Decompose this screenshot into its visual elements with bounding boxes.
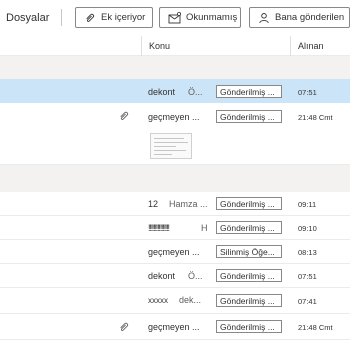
row-subject: geçmeyen ... (148, 247, 200, 257)
files-title: Dosyalar (6, 12, 50, 24)
filter-has-attachment-label: Ek içeriyor (101, 12, 146, 23)
row-folder: Gönderilmiş ... (216, 85, 282, 98)
row-time: 09:11 (298, 200, 317, 209)
column-received-header[interactable]: Alınan (298, 41, 324, 51)
row-preview: Hamza ... (169, 199, 208, 209)
column-header: Konu Alınan (0, 36, 350, 56)
filter-sent-to-me-label: Bana gönderilen (275, 12, 345, 23)
row-subject: geçmeyen ... (148, 112, 200, 122)
row-preview: dek... (179, 295, 202, 305)
row-folder: Gönderilmiş ... (216, 110, 282, 123)
row-subject: xxxxx (148, 296, 168, 305)
person-icon (259, 12, 269, 23)
paperclip-icon (86, 13, 95, 22)
message-row[interactable]: dekont Ö... Gönderilmiş ... 07:51 (0, 264, 350, 288)
row-subject: dekont (148, 87, 176, 97)
message-row[interactable]: xxxxx dek... Gönderilmiş ... 07:41 (0, 288, 350, 314)
row-time: 07:41 (298, 297, 317, 306)
paperclip-icon (120, 111, 129, 120)
row-folder: Gönderilmiş ... (216, 320, 282, 333)
filter-sent-to-me-button[interactable]: Bana gönderilen (249, 7, 350, 28)
message-row[interactable]: dekont Ö... Gönderilmiş ... 07:51 (0, 79, 350, 103)
row-subject: dekont (148, 271, 176, 281)
attachment-thumbnail[interactable] (150, 133, 192, 159)
row-folder: Silinmiş Öğe... (216, 245, 282, 258)
message-row[interactable]: geçmeyen ... Silinmiş Öğe... 08:13 (0, 240, 350, 264)
row-preview: Ö... (188, 271, 203, 281)
filter-unread-button[interactable]: Okunmamış (159, 7, 241, 28)
row-folder: Gönderilmiş ... (216, 197, 282, 210)
row-preview: Ö... (188, 87, 203, 97)
column-subject-header[interactable]: Konu (149, 41, 170, 51)
row-time: 07:51 (298, 88, 317, 97)
row-time: 21:48 Cmt (298, 113, 333, 122)
column-divider (141, 36, 142, 56)
envelope-icon (168, 11, 181, 23)
message-row[interactable]: 12 Hamza ... Gönderilmiş ... 09:11 (0, 192, 350, 216)
group-header (0, 165, 350, 192)
column-divider (290, 36, 291, 56)
row-folder: Gönderilmiş ... (216, 294, 282, 307)
row-subject: geçmeyen ... (148, 322, 200, 332)
group-header (0, 56, 350, 79)
row-folder: Gönderilmiş ... (216, 269, 282, 282)
row-subject: 12 (148, 199, 159, 209)
filter-has-attachment-button[interactable]: Ek içeriyor (75, 7, 153, 28)
row-preview: H (201, 223, 208, 233)
row-time: 21:48 Cmt (298, 323, 333, 332)
message-row[interactable]: !!!!!!!!!!!!!!!! H Gönderilmiş ... 09:10 (0, 216, 350, 240)
paperclip-icon (120, 322, 129, 331)
filter-unread-label: Okunmamış (186, 12, 238, 23)
row-time: 07:51 (298, 272, 317, 281)
row-time: 08:13 (298, 248, 317, 257)
row-subject: !!!!!!!!!!!!!!!! (148, 223, 170, 233)
row-time: 09:10 (298, 224, 317, 233)
toolbar-divider (61, 9, 62, 26)
message-row[interactable]: geçmeyen ... Gönderilmiş ... 21:48 Cmt (0, 314, 350, 340)
row-folder: Gönderilmiş ... (216, 221, 282, 234)
toolbar: Dosyalar Ek içeriyor Okunmamış Bana gönd… (0, 0, 350, 36)
